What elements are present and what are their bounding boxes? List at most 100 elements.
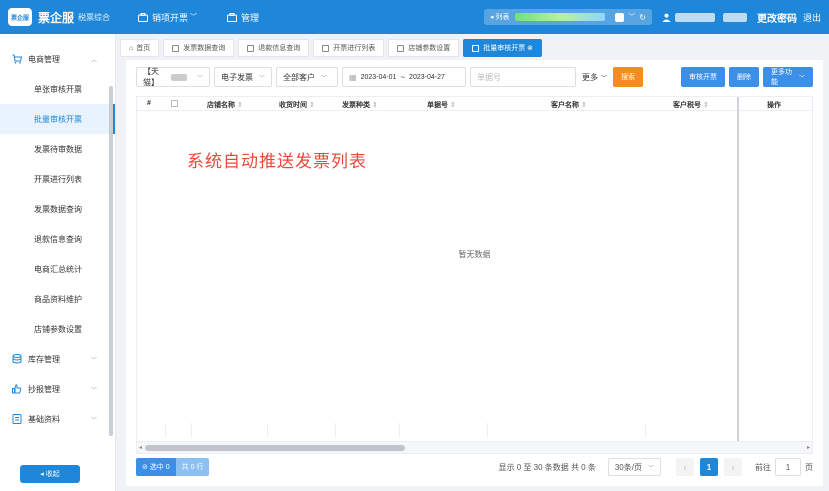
tab-home[interactable]: ⌂ 首页 — [120, 39, 160, 57]
tab-bar: ⌂ 首页 发票数据查询 退款信息查询 开票进行列表 店铺参数设置 批量审核开票 ⊗ — [120, 38, 829, 58]
column-header-customer-tax-id[interactable]: 客户税号 ⇕ — [673, 100, 709, 110]
total-rows: 共 0 行 — [175, 458, 210, 476]
selected-count[interactable]: ⊘ 选中 0 — [136, 458, 176, 476]
tab-refund-query[interactable]: 退款信息查询 — [238, 39, 310, 57]
sidebar-group-inventory[interactable]: 库存管理 ﹀ — [0, 344, 115, 374]
shop-name-redacted — [170, 73, 187, 81]
briefcase-icon — [138, 12, 148, 22]
sidebar-item-in-progress[interactable]: 开票进行列表 — [0, 164, 115, 194]
chevron-down-icon: ﹀ — [647, 465, 654, 472]
tab-label: 发票数据查询 — [183, 45, 226, 52]
nav-manage[interactable]: 管理 — [227, 11, 259, 24]
list-switcher[interactable]: ◂ 列表 ﹀ ↻ — [483, 9, 652, 25]
user-company-redacted — [722, 12, 747, 22]
select-all-checkbox[interactable] — [171, 100, 178, 107]
column-header-shop[interactable]: 店铺名称 ⇕ — [207, 100, 243, 110]
sidebar-group-ecommerce[interactable]: 电商管理 ︿ — [0, 44, 115, 74]
refresh-icon[interactable]: ↻ — [639, 13, 646, 22]
scrollbar-thumb[interactable] — [145, 445, 405, 451]
search-button[interactable]: 搜索 — [613, 67, 644, 87]
sidebar-scrollbar[interactable] — [109, 86, 113, 436]
table-header: # 店铺名称 ⇕ 收货时间 ⇕ 发票种类 ⇕ 单据号 ⇕ 客户名称 ⇕ 客户税号 ⇕ 操作 — [137, 97, 812, 111]
order-number-placeholder: 单据号 — [477, 72, 501, 82]
sidebar-item-single-audit[interactable]: 单张审核开票 — [0, 74, 115, 104]
column-header-customer-name[interactable]: 客户名称 ⇕ — [551, 100, 587, 110]
delete-button[interactable]: 删除 — [729, 67, 759, 87]
page-icon — [397, 44, 405, 52]
page-size-select[interactable]: 30条/页 ﹀ — [607, 458, 661, 476]
chevron-down-icon: ﹀ — [321, 75, 328, 82]
sidebar-item-goods[interactable]: 商品资料维护 — [0, 284, 115, 314]
sidebar-item-batch-audit[interactable]: 批量审核开票 — [0, 104, 115, 134]
chevron-down-icon: ﹀ — [90, 358, 97, 364]
column-header-invoice-type[interactable]: 发票种类 ⇕ — [342, 100, 378, 110]
cart-icon — [12, 54, 22, 64]
database-icon — [12, 354, 22, 364]
pagination: 显示 0 至 30 条数据 共 0 条 30条/页 ﹀ ‹ 1 › 前往 1 页 — [499, 458, 813, 476]
chevron-down-icon: ﹀ — [798, 75, 805, 82]
app-subtitle: 税票综合 — [78, 12, 111, 22]
tab-in-progress[interactable]: 开票进行列表 — [313, 39, 385, 57]
logo[interactable]: 票企服 票企服 税票综合 — [0, 8, 128, 26]
more-functions-button[interactable]: 更多功能 ﹀ — [763, 67, 813, 87]
more-filters-toggle[interactable]: 更多 ﹀ — [582, 72, 607, 83]
column-label: 单据号 — [427, 102, 448, 109]
home-icon: ⌂ — [129, 44, 134, 52]
column-header-receive-time[interactable]: 收货时间 ⇕ — [279, 100, 315, 110]
sidebar-item-shop-settings[interactable]: 店铺参数设置 — [0, 314, 115, 344]
next-page-button[interactable]: › — [724, 458, 742, 476]
date-to: 2023-04-27 — [409, 73, 445, 81]
user-name-redacted — [674, 12, 715, 22]
scroll-left-icon[interactable]: ◂ — [139, 444, 142, 451]
column-label: 收货时间 — [279, 102, 307, 109]
app-name: 票企服 — [38, 10, 75, 25]
sidebar-item-refund-query[interactable]: 退款信息查询 — [0, 224, 115, 254]
logout-link[interactable]: 退出 — [803, 11, 821, 24]
sidebar-item-pending-data[interactable]: 发票待审数据 — [0, 134, 115, 164]
list-label: ◂ 列表 — [489, 14, 510, 21]
audit-invoice-button[interactable]: 审核开票 — [681, 67, 725, 87]
briefcase-icon — [227, 12, 238, 22]
column-header-actions: 操作 — [767, 102, 781, 109]
column-label: 客户税号 — [673, 102, 701, 109]
tab-label: 店铺参数设置 — [408, 45, 451, 52]
scroll-right-icon[interactable]: ▸ — [807, 444, 810, 451]
horizontal-scrollbar[interactable]: ◂ ▸ — [137, 441, 812, 453]
column-header-index: # — [147, 100, 151, 107]
sidebar-group-report[interactable]: 抄报管理 ﹀ — [0, 374, 115, 404]
shop-select[interactable]: 【天猫】 ﹀ — [136, 67, 210, 87]
chevron-down-icon: ﹀ — [90, 418, 97, 424]
tab-batch-audit[interactable]: 批量审核开票 ⊗ — [463, 39, 543, 57]
column-label: 店铺名称 — [207, 102, 235, 109]
date-range-picker[interactable]: ▦ 2023-04-01 ~ 2023-04-27 — [342, 67, 466, 87]
page-size-value: 30条/页 — [614, 462, 642, 472]
page-icon — [247, 44, 255, 52]
goto-page-input[interactable]: 1 — [775, 458, 801, 476]
page-icon — [322, 44, 330, 52]
nav-sales-invoice[interactable]: 销项开票 ﹀ — [138, 11, 197, 24]
sidebar-item-invoice-query[interactable]: 发票数据查询 — [0, 194, 115, 224]
tab-shop-settings[interactable]: 店铺参数设置 — [388, 39, 460, 57]
user-icon — [662, 13, 671, 22]
customer-select[interactable]: 全部客户 ﹀ — [276, 67, 338, 87]
chevron-down-icon: ﹀ — [196, 75, 203, 82]
page-number-button[interactable]: 1 — [700, 458, 718, 476]
collapse-button[interactable]: ◂ 收起 — [20, 465, 80, 483]
sort-icon: ⇕ — [237, 102, 243, 109]
badge-icon[interactable] — [615, 12, 625, 22]
logo-icon: 票企服 — [8, 8, 32, 26]
prev-page-button[interactable]: ‹ — [676, 458, 694, 476]
sidebar: 电商管理 ︿ 单张审核开票 批量审核开票 发票待审数据 开票进行列表 发票数据查… — [0, 34, 116, 491]
column-header-order-no[interactable]: 单据号 ⇕ — [427, 100, 456, 110]
sidebar-item-summary[interactable]: 电商汇总统计 — [0, 254, 115, 284]
company-selector-bar[interactable] — [515, 13, 606, 21]
order-number-input[interactable]: 单据号 — [470, 67, 576, 87]
sidebar-group-basic[interactable]: 基础资料 ﹀ — [0, 404, 115, 434]
user-info[interactable] — [662, 12, 751, 22]
tab-invoice-query[interactable]: 发票数据查询 — [163, 39, 235, 57]
change-password-link[interactable]: 更改密码 — [757, 10, 797, 25]
selection-counter: ⊘ 选中 0 共 0 行 — [136, 458, 210, 476]
chevron-down-icon[interactable]: ﹀ — [628, 12, 635, 22]
invoice-type-select[interactable]: 电子发票 ﹀ — [214, 67, 272, 87]
doc-icon — [12, 414, 22, 424]
